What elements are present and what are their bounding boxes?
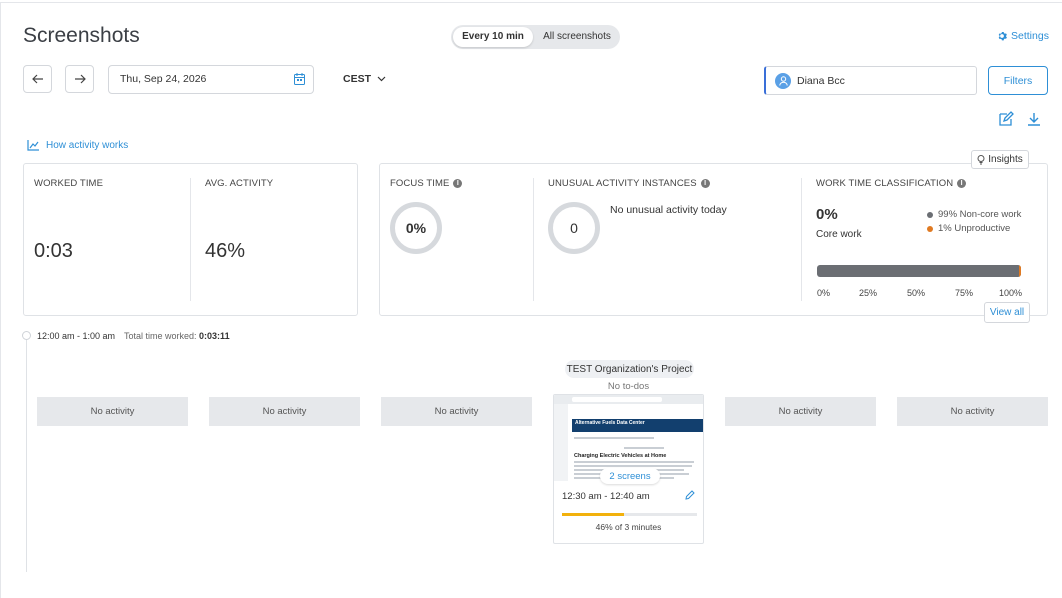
pencil-icon[interactable] [685, 490, 695, 500]
legend-non-core: 99% Non-core work [927, 209, 1021, 220]
thumb-heading: Charging Electric Vehicles at Home [574, 453, 667, 459]
timeline-line [26, 338, 27, 572]
prev-day-button[interactable] [23, 65, 52, 93]
timeline-dot [22, 331, 31, 340]
member-name: Diana Bcc [797, 74, 845, 87]
legend-unproductive: 1% Unproductive [927, 223, 1010, 234]
settings-link[interactable]: Settings [997, 30, 1049, 42]
thumb-line [574, 461, 694, 463]
arrow-right-icon [74, 74, 86, 84]
no-activity-slot: No activity [209, 397, 360, 426]
toggle-all-screenshots[interactable]: All screenshots [537, 27, 617, 47]
no-activity-slot: No activity [381, 397, 532, 426]
work-classification-label-text: WORK TIME CLASSIFICATION [816, 178, 954, 189]
gear-icon [998, 32, 1007, 41]
axis-tick: 100% [999, 288, 1023, 298]
divider [190, 178, 191, 301]
lightbulb-icon [977, 154, 985, 164]
date-value: Thu, Sep 24, 2026 [120, 73, 207, 85]
arrow-left-icon [31, 74, 43, 84]
worked-time-value: 0:03 [34, 240, 73, 262]
view-all-button[interactable]: View all [984, 302, 1030, 323]
avatar [775, 72, 791, 89]
work-classification-label: WORK TIME CLASSIFICATION i [816, 178, 967, 189]
axis-tick: 25% [859, 288, 878, 298]
how-activity-works-label: How activity works [46, 140, 129, 151]
no-activity-slot: No activity [37, 397, 188, 426]
date-picker[interactable]: Thu, Sep 24, 2026 [108, 65, 314, 94]
chart-icon [27, 140, 39, 151]
unusual-activity-message: No unusual activity today [610, 204, 727, 216]
focus-time-label: FOCUS TIME i [390, 178, 463, 189]
legend-non-core-label: 99% Non-core work [938, 209, 1022, 220]
timezone-value: CEST [343, 73, 372, 85]
legend-dot [927, 225, 933, 232]
thumb-line [574, 437, 654, 439]
no-activity-slot: No activity [725, 397, 876, 426]
interval-toggle[interactable]: Every 10 min All screenshots [451, 25, 620, 49]
unusual-activity-count: 0 [570, 220, 578, 236]
legend-unproductive-label: 1% Unproductive [938, 223, 1011, 234]
unusual-activity-label-text: UNUSUAL ACTIVITY INSTANCES [548, 178, 697, 189]
screenshot-card[interactable]: Alternative Fuels Data Center Charging E… [553, 394, 704, 544]
project-badge: TEST Organization's Project [565, 360, 694, 378]
info-icon[interactable]: i [957, 179, 967, 188]
thumb-sidebar [554, 404, 568, 481]
classification-bar [817, 265, 1021, 277]
activity-bar-fill [562, 513, 625, 516]
total-time-value: 0:03:11 [199, 331, 230, 341]
time-activity-card: WORKED TIME 0:03 AVG. ACTIVITY 46% [23, 163, 358, 316]
core-work-label: Core work [816, 229, 862, 240]
insights-button[interactable]: Insights [971, 150, 1029, 169]
legend-dot [927, 211, 933, 218]
divider [801, 178, 802, 301]
focus-time-label-text: FOCUS TIME [390, 178, 450, 189]
avg-activity-label: AVG. ACTIVITY [205, 178, 274, 189]
total-time-worked: Total time worked: 0:03:11 [124, 331, 230, 341]
insights-label: Insights [988, 154, 1023, 165]
calendar-icon[interactable] [294, 73, 305, 85]
screenshot-time: 12:30 am - 12:40 am [562, 491, 650, 502]
thumb-address-bar [572, 397, 662, 402]
filters-button[interactable]: Filters [988, 66, 1048, 95]
thumb-line [624, 447, 664, 449]
info-icon[interactable]: i [453, 179, 463, 188]
focus-time-ring: 0% [390, 202, 442, 254]
thumb-browser-bar [554, 395, 703, 404]
core-work-percent: 0% [816, 206, 838, 223]
timezone-select[interactable]: CEST [343, 73, 386, 85]
unproductive-bar-segment [1018, 265, 1021, 277]
axis-tick: 75% [955, 288, 974, 298]
next-day-button[interactable] [65, 65, 94, 93]
worked-time-label: WORKED TIME [34, 178, 104, 189]
axis-tick: 50% [907, 288, 926, 298]
thumb-site-title: Alternative Fuels Data Center [575, 420, 645, 426]
download-icon[interactable] [1026, 111, 1042, 127]
screens-count-pill[interactable]: 2 screens [600, 468, 660, 484]
member-select[interactable]: Diana Bcc [764, 66, 977, 95]
focus-classification-card: FOCUS TIME i 0% UNUSUAL ACTIVITY INSTANC… [379, 163, 1048, 316]
page-title: Screenshots [23, 24, 140, 47]
focus-time-value: 0% [405, 220, 427, 236]
info-icon[interactable]: i [700, 179, 710, 188]
todos-label: No to-dos [607, 381, 650, 392]
unusual-activity-label: UNUSUAL ACTIVITY INSTANCES i [548, 178, 710, 189]
how-activity-works-link[interactable]: How activity works [27, 140, 128, 151]
settings-label: Settings [1011, 30, 1049, 42]
no-activity-slot: No activity [897, 397, 1048, 426]
thumb-line [574, 465, 692, 467]
edit-time-icon[interactable] [998, 111, 1014, 127]
activity-text: 46% of 3 minutes [595, 522, 662, 532]
chevron-down-icon [377, 76, 386, 82]
axis-tick: 0% [817, 288, 831, 298]
divider [533, 178, 534, 301]
avg-activity-value: 46% [205, 240, 246, 262]
hour-range: 12:00 am - 1:00 am [37, 331, 116, 341]
user-icon [778, 75, 788, 86]
activity-bar [562, 513, 697, 516]
unusual-activity-ring: 0 [548, 202, 600, 254]
toggle-every-10-min[interactable]: Every 10 min [453, 27, 533, 47]
total-time-label: Total time worked: [124, 331, 197, 341]
